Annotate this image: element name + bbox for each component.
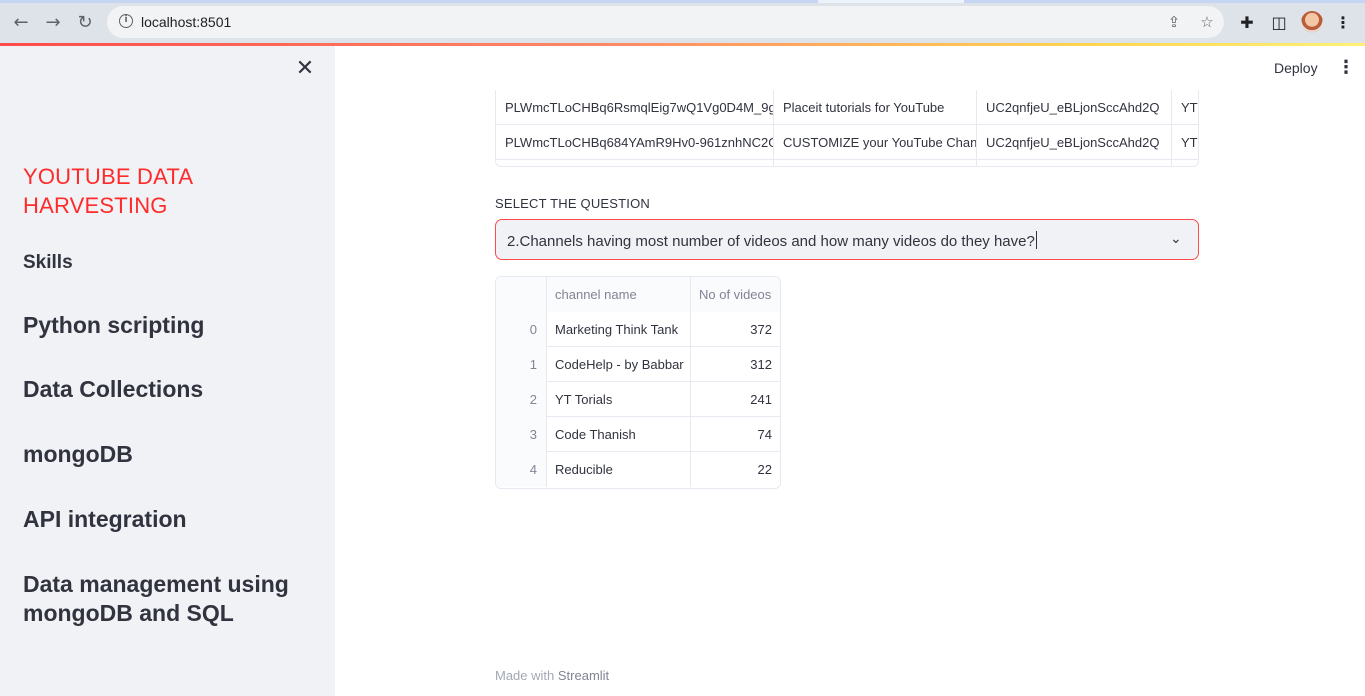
deploy-button[interactable]: Deploy <box>1274 60 1318 76</box>
table-row: 4 Reducible 22 <box>496 452 780 487</box>
table-row: 2 YT Torials 241 <box>496 382 780 417</box>
close-icon[interactable]: ✕ <box>294 58 316 80</box>
table-row: 0 Marketing Think Tank 372 <box>496 312 780 347</box>
row-index: 1 <box>496 347 547 382</box>
skills-heading: Skills <box>23 252 73 273</box>
browser-menu-icon[interactable]: ⋮ <box>1331 10 1355 34</box>
footer: Made with Streamlit <box>495 668 609 683</box>
row-index: 2 <box>496 382 547 417</box>
table-row: PLWmcTLoCHBq684YAmR9Hv0-961znhNC2G CUSTO… <box>496 125 1198 160</box>
playlist-table[interactable]: PLWmcTLoCHBq6RsmqlEig7wQ1Vg0D4M_9g Place… <box>495 90 1199 167</box>
video-count-cell[interactable]: 312 <box>691 347 780 382</box>
table-cell[interactable] <box>1172 160 1198 166</box>
table-cell[interactable] <box>977 160 1172 166</box>
table-cell[interactable] <box>496 160 774 166</box>
question-select-value[interactable]: 2.Channels having most number of videos … <box>507 231 1037 250</box>
side-panel-icon[interactable]: ◫ <box>1267 10 1291 34</box>
table-header-row: channel name No of videos <box>496 277 780 312</box>
channel-name-cell[interactable]: YT Torials <box>547 382 691 417</box>
table-cell[interactable]: PLWmcTLoCHBq684YAmR9Hv0-961znhNC2G <box>496 125 774 160</box>
sidebar-title: YOUTUBE DATA HARVESTING <box>23 164 193 218</box>
skill-item-python-scripting: Python scripting <box>23 312 205 338</box>
reload-icon[interactable]: ↻ <box>73 10 97 34</box>
table-cell[interactable] <box>774 160 977 166</box>
channel-name-cell[interactable]: Code Thanish <box>547 417 691 452</box>
table-row: 1 CodeHelp - by Babbar 312 <box>496 347 780 382</box>
table-cell[interactable]: YT T <box>1172 125 1198 160</box>
text-cursor <box>1035 231 1037 249</box>
channel-name-cell[interactable]: CodeHelp - by Babbar <box>547 347 691 382</box>
browser-toolbar: ← → ↻ i localhost:8501 ⇪ ☆ ✚ ◫ ⋮ <box>0 0 1365 44</box>
table-cell[interactable]: Placeit tutorials for YouTube <box>774 90 977 125</box>
table-cell[interactable]: PLWmcTLoCHBq6RsmqlEig7wQ1Vg0D4M_9g <box>496 90 774 125</box>
address-bar[interactable]: i localhost:8501 ⇪ ☆ <box>107 6 1224 38</box>
table-cell[interactable]: UC2qnfjeU_eBLjonSccAhd2Q <box>977 90 1172 125</box>
profile-avatar[interactable] <box>1301 11 1323 33</box>
video-count-cell[interactable]: 74 <box>691 417 780 452</box>
question-select-label: SELECT THE QUESTION <box>495 196 651 211</box>
row-index: 0 <box>496 312 547 347</box>
channel-name-cell[interactable]: Reducible <box>547 452 691 487</box>
tab-strip-segment <box>818 0 964 3</box>
column-header-no-of-videos[interactable]: No of videos <box>691 277 780 312</box>
question-select[interactable]: 2.Channels having most number of videos … <box>495 219 1199 260</box>
table-row <box>496 160 1198 166</box>
skill-item-data-collections: Data Collections <box>23 376 204 402</box>
channel-name-cell[interactable]: Marketing Think Tank <box>547 312 691 347</box>
site-info-icon[interactable]: i <box>119 14 133 28</box>
column-header-channel-name[interactable]: channel name <box>547 277 691 312</box>
row-index: 3 <box>496 417 547 452</box>
sidebar: ✕ YOUTUBE DATA HARVESTING Skills Python … <box>0 46 335 696</box>
video-count-cell[interactable]: 372 <box>691 312 780 347</box>
video-count-cell[interactable]: 22 <box>691 452 780 487</box>
table-cell[interactable]: CUSTOMIZE your YouTube Channel <box>774 125 977 160</box>
main-menu-icon[interactable]: ⋮ <box>1337 58 1355 78</box>
table-row: PLWmcTLoCHBq6RsmqlEig7wQ1Vg0D4M_9g Place… <box>496 90 1198 125</box>
extensions-icon[interactable]: ✚ <box>1235 10 1259 34</box>
streamlit-link[interactable]: Streamlit <box>558 668 609 683</box>
url-text[interactable]: localhost:8501 <box>141 14 231 30</box>
video-count-cell[interactable]: 241 <box>691 382 780 417</box>
skill-item-data-management: Data management using mongoDB and SQL <box>23 571 289 626</box>
skill-item-mongodb: mongoDB <box>23 441 133 467</box>
table-row: 3 Code Thanish 74 <box>496 417 780 452</box>
table-cell[interactable]: YT T <box>1172 90 1198 125</box>
tab-strip-edge <box>0 0 1365 3</box>
footer-text: Made with <box>495 668 555 683</box>
star-icon[interactable]: ☆ <box>1197 12 1217 32</box>
share-icon[interactable]: ⇪ <box>1164 12 1184 32</box>
main-content: Deploy ⋮ PLWmcTLoCHBq6RsmqlEig7wQ1Vg0D4M… <box>335 46 1365 696</box>
table-cell[interactable]: UC2qnfjeU_eBLjonSccAhd2Q <box>977 125 1172 160</box>
result-table[interactable]: channel name No of videos 0 Marketing Th… <box>495 276 781 489</box>
forward-arrow-icon[interactable]: → <box>41 10 65 34</box>
chevron-down-icon[interactable]: ⌄ <box>1170 232 1184 246</box>
index-header <box>496 277 547 312</box>
back-arrow-icon[interactable]: ← <box>9 10 33 34</box>
skill-item-api-integration: API integration <box>23 506 187 532</box>
row-index: 4 <box>496 452 547 487</box>
